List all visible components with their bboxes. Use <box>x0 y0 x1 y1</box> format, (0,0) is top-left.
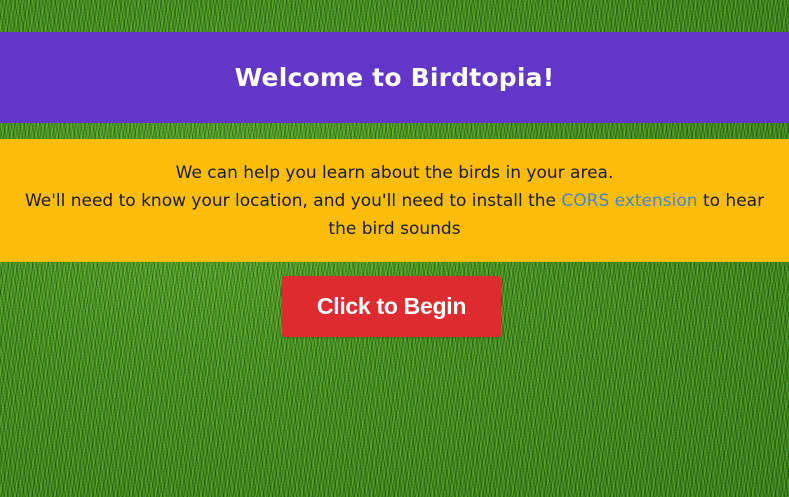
requirements-text: We'll need to know your location, and yo… <box>24 187 765 243</box>
welcome-banner: Welcome to Birdtopia! <box>0 32 789 123</box>
requirements-text-start: We'll need to know your location, and yo… <box>24 190 562 211</box>
page-background: { "header": { "title": "Welcome to Birdt… <box>0 0 789 497</box>
begin-button[interactable]: Click to Begin <box>282 276 501 337</box>
info-panel: We can help you learn about the birds in… <box>0 139 789 262</box>
page-title: Welcome to Birdtopia! <box>234 63 555 92</box>
cors-extension-link[interactable]: CORS extension <box>561 191 697 211</box>
intro-text: We can help you learn about the birds in… <box>175 162 614 183</box>
